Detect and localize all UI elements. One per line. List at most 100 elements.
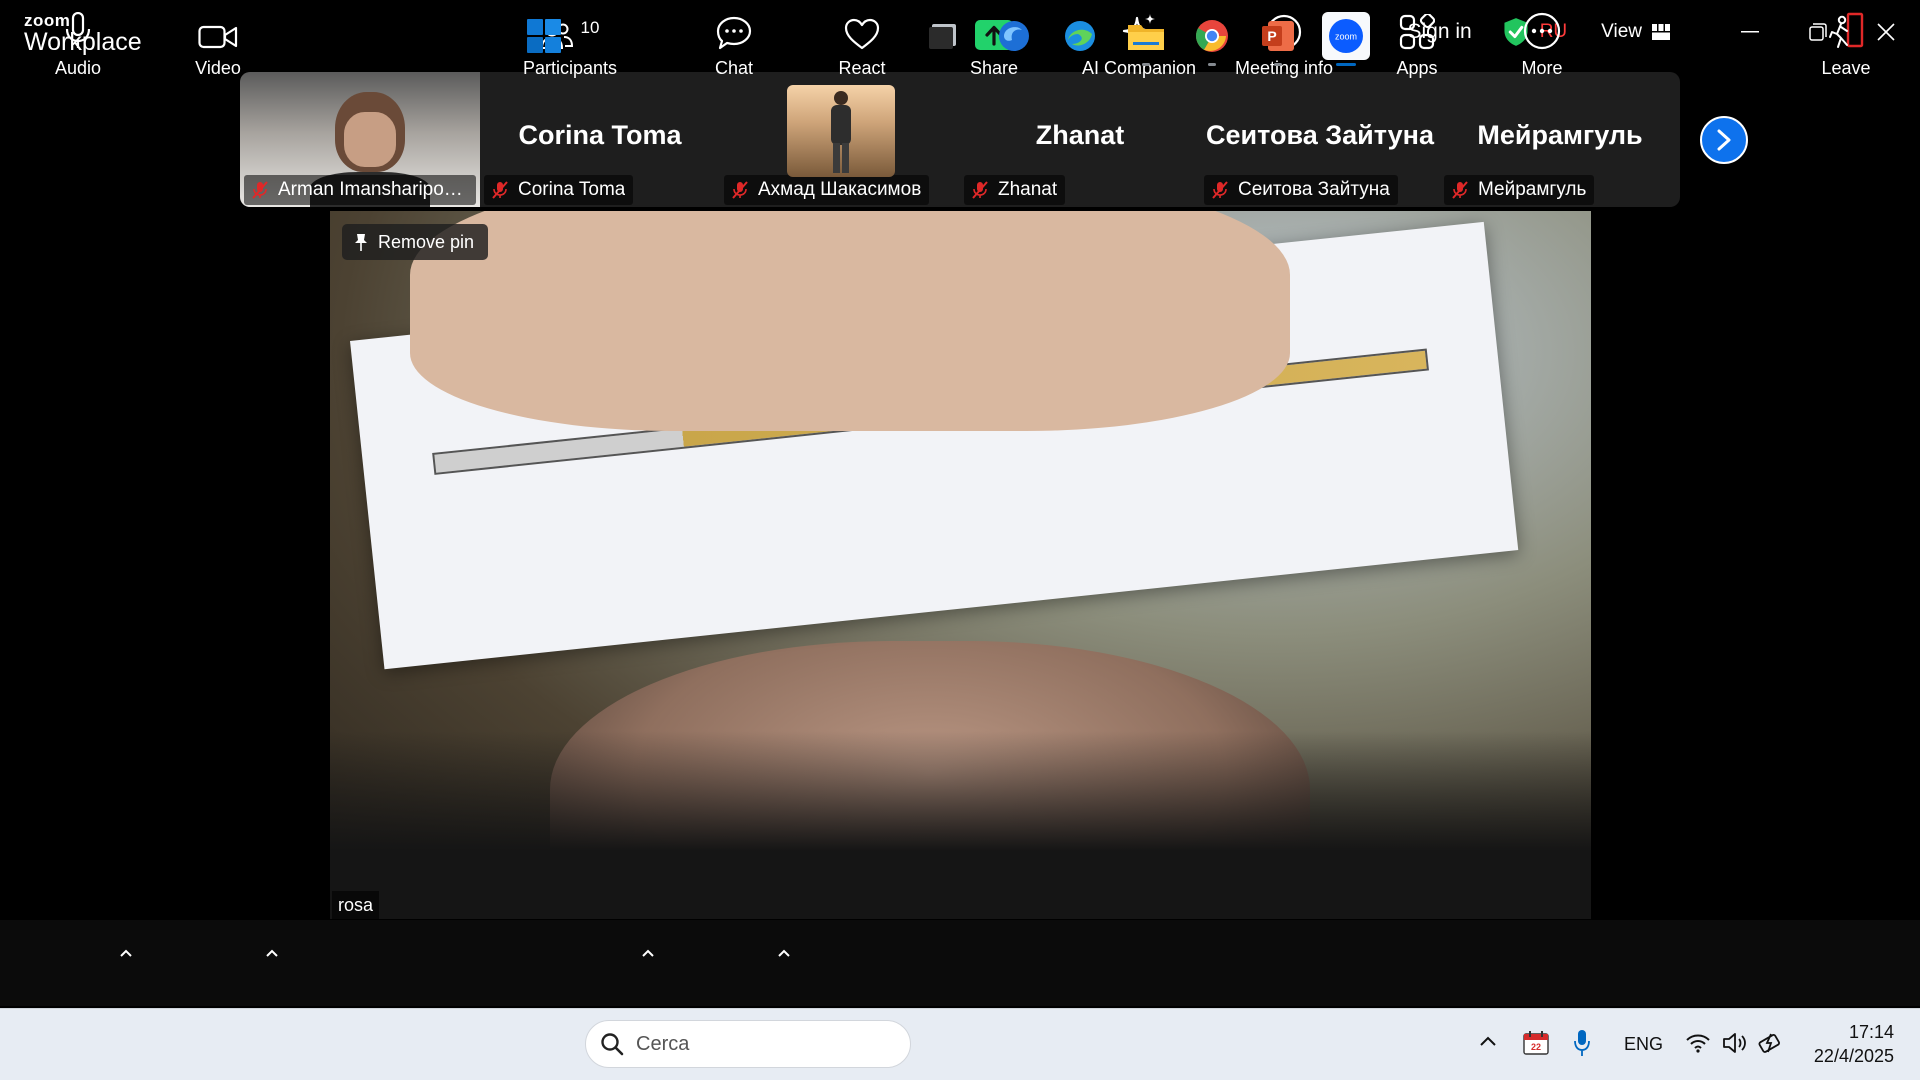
participants-options-chevron-up-icon[interactable] [638,946,658,960]
react-button[interactable]: React [822,0,902,86]
participant-tile[interactable]: Corina Toma Corina Toma [480,72,720,207]
participant-name: Сеитова Зайтуна [1238,179,1390,200]
participants-count: 10 [580,18,600,37]
video-camera-icon [198,25,238,49]
mic-muted-icon [252,181,268,199]
more-dots-icon [1523,12,1561,50]
taskbar-app-zoom[interactable]: zoom [1322,12,1370,66]
pinned-participant-name: rosa [332,891,380,919]
participant-name-tag: Zhanat [964,175,1066,205]
pin-icon [355,234,367,251]
participant-name: Arman Imansharipova,... [278,179,468,200]
apps-icon [1399,14,1435,50]
leave-door-icon [1829,12,1864,48]
folder-icon [1128,25,1164,50]
chat-options-chevron-up-icon[interactable] [774,946,794,960]
participant-tile[interactable]: Мейрамгуль Мейрамгуль [1440,72,1680,207]
calendar-widget[interactable]: 22 [1522,1030,1550,1056]
participant-tile[interactable]: Сеитова Зайтуна Сеитова Зайтуна [1200,72,1440,207]
video-scene-hand [410,211,1290,431]
taskbar-app-file-explorer[interactable] [1122,12,1170,66]
search-input[interactable] [636,1032,876,1056]
participant-tile[interactable]: Arman Imansharipova,... [240,72,480,207]
audio-options-chevron-up-icon[interactable] [116,946,136,960]
minimize-button[interactable] [1716,0,1784,64]
chrome-icon [1195,20,1228,52]
video-scene-shadow [330,731,1591,919]
edge-icon [1065,21,1095,51]
running-indicator [1274,63,1282,66]
calendar-day: 22 [1530,1042,1541,1052]
task-view-icon [929,24,956,49]
participant-display-name: Сеитова Зайтуна [1206,120,1434,150]
taskbar-app-edge[interactable] [1056,12,1104,60]
chat-bubble-icon [716,16,752,50]
battery-charging-icon[interactable] [1758,1030,1784,1056]
zoom-app-icon: zoom [1329,19,1363,53]
react-label: React [838,58,886,78]
taskbar-app-copilot[interactable] [990,12,1038,60]
minimize-icon [1741,31,1759,33]
tray-microphone-icon[interactable] [1574,1029,1590,1057]
participant-name-tag: Arman Imansharipova,... [244,175,476,205]
remove-pin-button[interactable]: Remove pin [342,224,489,260]
chat-button[interactable]: Chat [694,0,774,86]
windows-logo-icon [527,19,561,53]
leave-label: Leave [1821,58,1871,78]
participant-display-name: Corina Toma [518,120,682,150]
system-clock[interactable]: 17:14 22/4/2025 [1814,1020,1894,1068]
running-indicator [1142,63,1150,66]
more-button[interactable]: More [1502,0,1582,86]
start-button[interactable] [520,12,568,60]
task-view-button[interactable] [920,12,968,60]
participant-name-tag: Мейрамгуль [1444,175,1595,205]
participant-name: Мейрамгуль [1478,179,1587,200]
leave-button[interactable]: Leave [1806,0,1886,86]
mic-muted-icon [1212,181,1228,199]
heart-icon [844,18,880,50]
ai-companion-label: AI Companion [1081,58,1197,78]
tray-chevron-up-icon[interactable] [1478,1034,1498,1048]
svg-text:zoom: zoom [1335,32,1357,42]
taskbar-search[interactable] [585,1020,911,1068]
participant-name-tag: Corina Toma [484,175,634,205]
wifi-icon[interactable] [1686,1033,1710,1053]
chat-label: Chat [714,58,754,78]
participant-tile[interactable]: Zhanat Zhanat [960,72,1200,207]
mic-muted-icon [972,181,988,199]
view-label: View [1601,21,1642,42]
taskbar-app-chrome[interactable] [1188,12,1236,66]
video-options-chevron-up-icon[interactable] [262,946,282,960]
microphone-icon [65,12,91,48]
video-button[interactable]: Video [178,0,258,86]
participant-name-tag: Сеитова Зайтуна [1204,175,1398,205]
share-label: Share [969,58,1019,78]
meeting-info-label: Meeting info [1234,58,1334,78]
video-label: Video [195,58,241,78]
running-indicator [1336,63,1356,66]
meeting-toolbar [0,920,1920,1006]
input-language[interactable]: ENG [1624,1034,1663,1055]
pinned-video[interactable]: Remove pin rosa [330,211,1591,919]
volume-icon[interactable] [1722,1031,1748,1055]
search-icon [601,1033,624,1056]
powerpoint-icon: P [1262,21,1294,51]
taskbar-app-powerpoint[interactable]: P [1254,12,1302,66]
browser-swirl-icon [999,21,1029,51]
clock-time: 17:14 [1848,1022,1894,1042]
apps-button[interactable]: Apps [1377,0,1457,86]
mic-muted-icon [732,181,748,199]
participant-name-tag: Ахмад Шакасимов [724,175,930,205]
audio-label: Audio [54,58,102,78]
participant-name: Ахмад Шакасимов [758,179,922,200]
gallery-next-button[interactable] [1700,116,1748,164]
participant-name: Zhanat [998,179,1058,200]
participant-display-name: Мейрамгуль [1477,120,1643,150]
more-label: More [1521,58,1563,78]
participants-label: Participants [522,58,618,78]
mic-muted-icon [492,181,508,199]
participant-name: Corina Toma [518,179,626,200]
view-button[interactable]: View [1601,21,1670,43]
chevron-right-icon [1717,129,1731,151]
audio-button[interactable]: Audio [38,0,118,86]
